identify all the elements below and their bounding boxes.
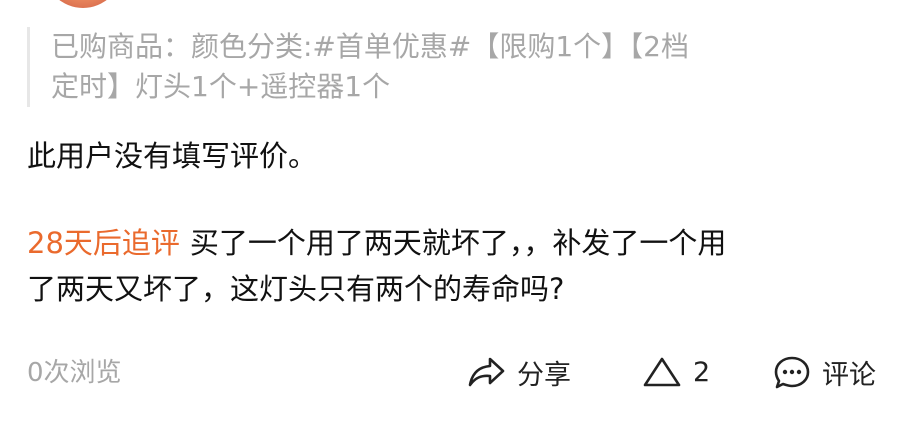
share-button[interactable]: 分享 [467, 345, 571, 399]
avatar[interactable] [44, 0, 122, 8]
view-count: 0次浏览 [27, 358, 122, 388]
triangle-up-icon [641, 354, 683, 390]
share-arrow-icon [467, 354, 507, 390]
followup-line-1: 28天后追评 买了一个用了两天就坏了，，补发了一个用 [27, 220, 897, 266]
review-footer: 0次浏览 分享 2 评论 [0, 345, 916, 399]
like-button[interactable]: 2 [641, 345, 710, 399]
followup-text-line-1: 买了一个用了两天就坏了，，补发了一个用 [189, 226, 727, 260]
comment-button[interactable]: 评论 [772, 345, 876, 399]
like-count: 2 [693, 356, 711, 388]
purchased-items-line-1: 已购商品：颜色分类:#首单优惠#【限购1个】【2档 [51, 30, 689, 63]
comment-label: 评论 [822, 359, 876, 391]
speech-bubble-icon [772, 353, 812, 391]
purchased-items: 已购商品：颜色分类:#首单优惠#【限购1个】【2档 定时】灯头1个+遥控器1个 [27, 27, 911, 107]
followup-review: 28天后追评 买了一个用了两天就坏了，，补发了一个用 了两天又坏了，这灯头只有两个… [27, 220, 897, 312]
share-label: 分享 [517, 359, 571, 391]
review-text: 此用户没有填写评价。 [27, 139, 318, 173]
followup-tag: 28天后追评 [27, 226, 180, 260]
followup-text-line-2: 了两天又坏了，这灯头只有两个的寿命吗? [27, 272, 565, 306]
purchased-items-line-2: 定时】灯头1个+遥控器1个 [51, 70, 391, 103]
